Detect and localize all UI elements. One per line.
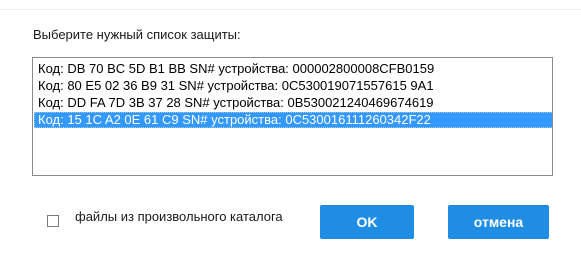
ok-button[interactable]: OK [320,205,414,239]
cancel-button[interactable]: отмена [448,205,549,239]
protection-list[interactable]: Код: DB 70 BC 5D B1 BB SN# устройства: 0… [32,57,553,176]
list-item-selected[interactable]: Код: 15 1C A2 0E 61 C9 SN# устройства: 0… [34,112,552,128]
list-item[interactable]: Код: DB 70 BC 5D B1 BB SN# устройства: 0… [36,61,552,77]
prompt-text: Выберите нужный список защиты: [33,27,241,42]
custom-folder-checkbox[interactable] [47,215,59,227]
protection-list-dialog: Выберите нужный список защиты: Код: DB 7… [0,0,581,263]
list-item[interactable]: Код: 80 E5 02 36 B9 31 SN# устройства: 0… [36,78,552,94]
list-item[interactable]: Код: DD FA 7D 3B 37 28 SN# устройства: 0… [36,95,552,111]
top-divider [0,9,581,10]
checkbox-label[interactable]: файлы из произвольного каталога [75,207,295,226]
